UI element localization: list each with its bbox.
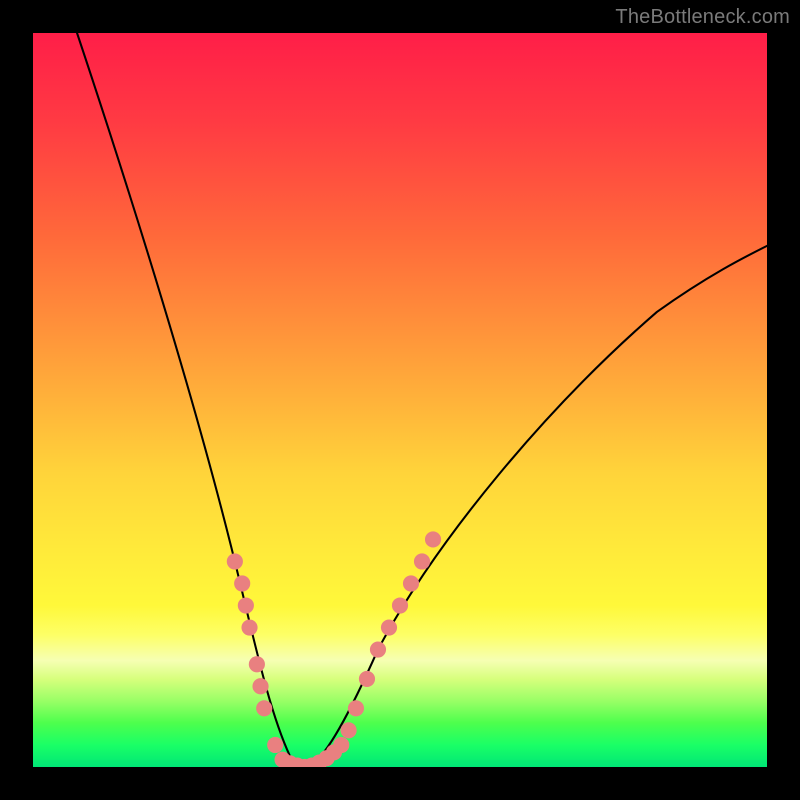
plot-area	[33, 33, 767, 767]
curve-layer	[33, 33, 767, 767]
chart-frame: TheBottleneck.com	[0, 0, 800, 800]
bottleneck-curve	[77, 33, 767, 765]
highlight-dots	[227, 531, 441, 767]
watermark-text: TheBottleneck.com	[615, 6, 790, 29]
